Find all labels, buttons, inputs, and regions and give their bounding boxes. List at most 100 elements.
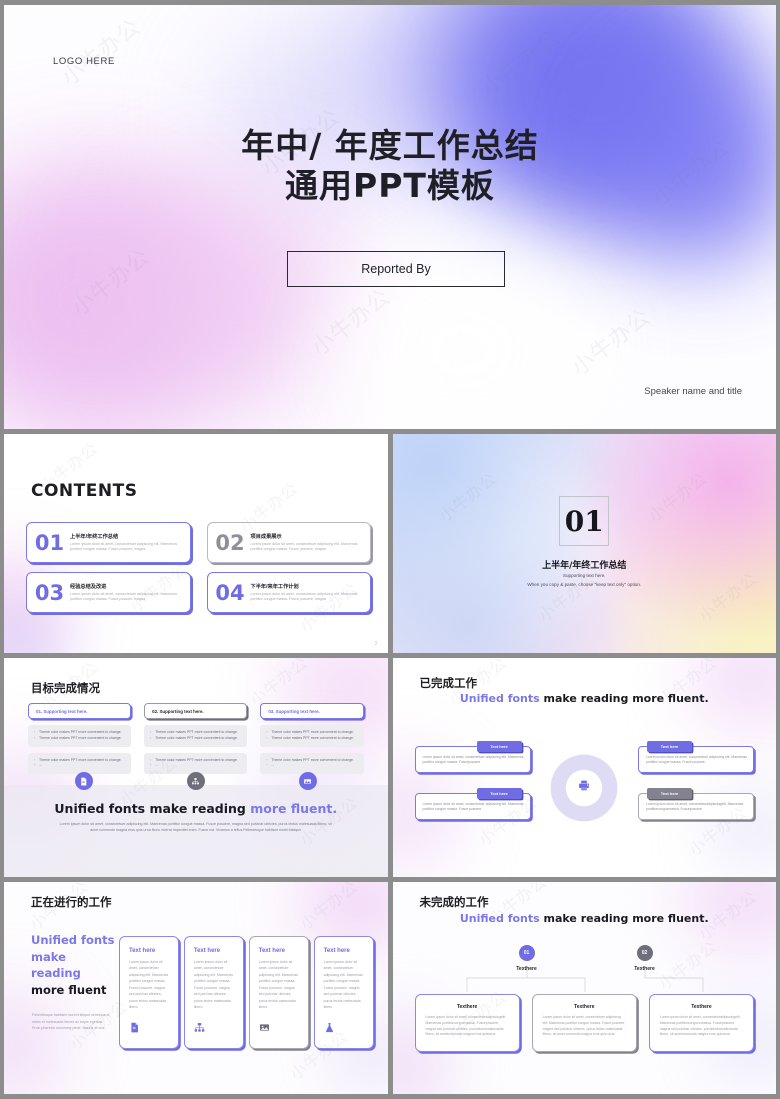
goal-icon-row [28,772,364,790]
completed-cards-left: Text here Lorem ipsum dolor sit amet, co… [414,741,531,840]
slogan-line-3: reading [31,966,81,981]
slide-heading: 未完成的工作 [419,895,489,909]
node-01[interactable]: 01 Texthere [497,945,557,972]
contents-grid: 01 上半年/年终工作总结 Lorem ipsum dolor sit amet… [26,522,371,613]
slogan-highlight: Unified fonts [459,692,540,705]
document-icon [74,772,93,790]
slogan-plain: make reading more fluent. [539,912,709,925]
contents-item-04[interactable]: 04 下半年/来年工作计划 Lorem ipsum dolor sit amet… [206,572,371,613]
title-line-1: 年中/ 年度工作总结 [241,126,539,165]
goal-columns: 01. Supporting text here. Theme color ma… [28,703,364,775]
slide1-background [4,5,776,429]
reported-by-button[interactable]: Reported By [287,251,505,287]
completed-card[interactable]: Text here Lorem ipsum dolor sit amet, co… [414,741,531,773]
hierarchy-icon [186,772,205,790]
card-title: Text here [129,948,156,954]
pink-blob-secondary [114,190,364,400]
item-desc: Lorem ipsum dolor sit amet, consectetuer… [250,541,358,551]
big-slogan: Unified fonts make reading more fluent [31,932,119,999]
completed-card[interactable]: Text here Lorem ipsum dolor sit amet, co… [638,741,754,773]
completed-card[interactable]: Text here Lorem ipsum dolor sit amet, co… [414,788,531,820]
connector-lines [466,970,703,992]
page-title: 年中/ 年度工作总结 通用PPT模板 [4,126,776,205]
deck-row-3: 目标完成情况 01. Supporting text here. Theme c… [4,658,776,877]
slogan-plain: Unified fonts make reading [54,801,251,816]
goal-column-3: 03. Supporting text here. Theme color ma… [260,703,364,775]
card-body: Lorem ipsum dolor sit amet, consectetuer… [542,1015,626,1037]
slide-section-01[interactable]: 01 上半年/年终工作总结 Supporting text here. When… [392,434,776,653]
slide-completed-work[interactable]: 已完成工作 Unified fonts make reading more fl… [392,658,777,877]
slogan: Unified fonts make reading more fluent. [393,692,777,705]
card-body: Lorem ipsum dolor sit amet, consectetuer… [323,960,363,1010]
column-block-2: Theme color makes PPT more convenient to… [28,752,132,775]
item-title: 项目成果展示 [250,533,282,540]
slide-ongoing-work[interactable]: 正在进行的工作 Unified fonts make reading more … [4,882,388,1094]
column-block-2: Theme color makes PPT more convenient to… [260,752,364,775]
section-sub-1: Supporting text here. [562,573,606,578]
slogan-highlight: Unified fonts [459,912,540,925]
slide-title[interactable]: LOGO HERE 年中/ 年度工作总结 通用PPT模板 Reported By… [4,5,776,429]
slogan-line-2: make [31,949,66,964]
unfinished-cards: Texthere Lorem ipsum dolor sit amet, con… [414,994,755,1052]
column-header[interactable]: 01. Supporting text here. [28,703,132,719]
card-tag: Text here [647,788,692,799]
node-label: Texthere [634,966,655,972]
slide-heading: 已完成工作 [419,676,478,690]
card-tag: Text here [476,741,522,752]
slide-deck: LOGO HERE 年中/ 年度工作总结 通用PPT模板 Reported By… [0,0,780,1099]
flask-icon [324,1020,335,1038]
contents-item-02[interactable]: 02 项目成果展示 Lorem ipsum dolor sit amet, co… [206,522,371,563]
icon-slot-1 [28,772,140,790]
card-title: Text here [258,948,285,954]
card-body: Lorem ipsum dolor sit amet, consectetuer… [646,755,748,765]
card-title: Texthere [574,1004,595,1010]
image-icon [259,1020,270,1038]
item-desc: Lorem ipsum dolor sit amet, consectetuer… [250,591,358,601]
column-header[interactable]: 02. Supporting text here. [144,703,248,719]
unfinished-card[interactable]: Texthere Lorem ipsum dolor sit amet, con… [648,994,755,1052]
card-body: Lorem ipsum dolor sit amet, consectetura… [646,802,744,812]
column-block-1: Theme color makes PPT more convenient to… [144,725,248,747]
completed-card[interactable]: Text here Lorem ipsum dolor sit amet, co… [638,788,754,820]
slogan-paragraph: Lorem ipsum dolor sit amet, consectetuer… [59,822,332,833]
deck-row-2: CONTENTS 01 上半年/年终工作总结 Lorem ipsum dolor… [4,434,776,653]
card-title: Text here [193,948,221,954]
unfinished-card[interactable]: Texthere Lorem ipsum dolor sit amet, con… [531,994,637,1052]
goal-column-1: 01. Supporting text here. Theme color ma… [28,703,132,775]
column-block-1: Theme color makes PPT more convenient to… [260,725,364,747]
ongoing-cards: Text here Lorem ipsum dolor sit amet, co… [119,936,374,1049]
card-title: Text here [323,948,350,954]
list-item: ... [266,763,357,769]
unfinished-card[interactable]: Texthere Lorem ipsum dolor sit amet, con… [414,994,520,1052]
contents-item-03[interactable]: 03 经验总结及改进 Lorem ipsum dolor sit amet, c… [26,572,191,613]
printer-icon [578,779,591,797]
slide-unfinished-work[interactable]: 未完成的工作 Unified fonts make reading more f… [392,882,776,1094]
contents-item-01[interactable]: 01 上半年/年终工作总结 Lorem ipsum dolor sit amet… [26,522,191,563]
slogan: Unified fonts make reading more fluent. [4,801,388,816]
slide-heading: 目标完成情况 [31,681,100,695]
page-number: 2 [374,641,378,647]
slide-contents[interactable]: CONTENTS 01 上半年/年终工作总结 Lorem ipsum dolor… [4,434,388,653]
ongoing-card[interactable]: Text here Lorem ipsum dolor sit amet, co… [248,936,309,1049]
speaker-name-label: Speaker name and title [644,386,742,397]
ongoing-card[interactable]: Text here Lorem ipsum dolor sit amet, co… [119,936,179,1049]
card-tag: Text here [476,788,522,799]
node-badge: 01 [518,945,535,961]
card-body: Lorem ipsum dolor sit amet, consectetuer… [258,960,298,1010]
hierarchy-icon [194,1020,205,1038]
list-item: Theme color makes PPT more convenient to… [150,736,241,742]
icon-slot-3 [252,772,364,790]
column-header[interactable]: 03. Supporting text here. [260,703,364,719]
document-icon [129,1020,140,1038]
card-title: Texthere [456,1004,478,1010]
list-item: ... [150,763,241,769]
slide-goal-completion[interactable]: 目标完成情况 01. Supporting text here. Theme c… [4,658,388,877]
card-body: Lorem ipsum dolor sit amet, consectetura… [425,1015,506,1037]
goal-column-2: 02. Supporting text here. Theme color ma… [144,703,248,775]
node-02[interactable]: 02 Texthere [615,945,675,972]
node-label: Texthere [516,966,537,972]
ongoing-card[interactable]: Text here Lorem ipsum dolor sit amet, co… [313,936,374,1049]
slide-heading: 正在进行的工作 [31,895,112,909]
icon-slot-2 [140,772,252,790]
ongoing-card[interactable]: Text here Lorem ipsum dolor sit amet, co… [183,936,244,1049]
